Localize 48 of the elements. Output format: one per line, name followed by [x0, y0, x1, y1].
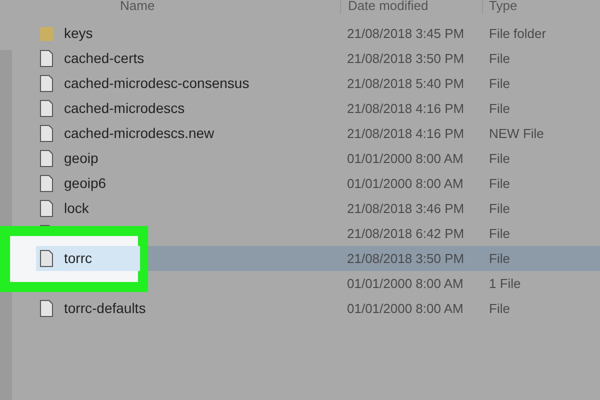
file-type: File	[488, 150, 510, 168]
file-icon	[40, 200, 53, 217]
file-icon	[40, 75, 53, 92]
file-name: torrc	[64, 249, 92, 268]
file-name: cached-microdescs	[64, 99, 185, 118]
date-modified: 01/01/2000 8:00 AM	[346, 274, 464, 293]
file-type: File	[488, 174, 510, 193]
date-modified: 21/08/2018 6:42 PM	[346, 224, 466, 243]
file-name: geoip	[64, 149, 98, 168]
date-modified: 21/08/2018 3:50 PM	[346, 250, 466, 268]
file-name: geoip6	[64, 174, 106, 193]
date-modified: 21/08/2018 3:45 PM	[346, 24, 466, 43]
file-name: torrc-defaults	[64, 299, 146, 318]
file-icon	[40, 300, 53, 317]
date-modified: 21/08/2018 3:46 PM	[346, 200, 466, 218]
file-type: NEW File	[488, 124, 544, 143]
file-name: cached-microdescs.new	[64, 124, 214, 143]
file-type: File	[488, 300, 510, 318]
file-type: File	[488, 74, 510, 93]
date-modified: 21/08/2018 5:40 PM	[346, 74, 466, 93]
date-modified: 01/01/2000 8:00 AM	[346, 174, 464, 193]
column-header[interactable]: Date modified	[340, 0, 482, 14]
date-modified: 21/08/2018 3:50 PM	[346, 50, 466, 68]
file-icon	[40, 150, 53, 167]
file-icon	[40, 50, 53, 67]
column-header[interactable]: Name	[120, 0, 340, 12]
file-type: File	[488, 50, 510, 68]
date-modified: 01/01/2000 8:00 AM	[346, 150, 464, 168]
folder-icon	[40, 26, 53, 42]
file-type: File folder	[488, 24, 546, 43]
file-name: cached-certs	[64, 49, 144, 68]
file-type: 1 File	[488, 274, 521, 293]
column-header[interactable]: Type	[482, 0, 600, 14]
file-name: lock	[64, 199, 89, 218]
file-name: cached-microdesc-consensus	[64, 74, 250, 93]
date-modified: 21/08/2018 4:16 PM	[346, 124, 466, 143]
file-name: keys	[64, 24, 93, 43]
date-modified: 01/01/2000 8:00 AM	[346, 300, 464, 318]
date-modified: 21/08/2018 4:16 PM	[346, 100, 466, 118]
file-type: File	[488, 100, 510, 118]
file-icon	[40, 100, 53, 117]
file-icon	[40, 125, 53, 142]
file-type: File	[488, 200, 510, 218]
file-icon	[40, 175, 53, 192]
file-type: File	[488, 250, 510, 268]
selection-bar[interactable]	[148, 246, 600, 271]
file-icon	[40, 250, 53, 267]
file-type: File	[488, 224, 510, 243]
